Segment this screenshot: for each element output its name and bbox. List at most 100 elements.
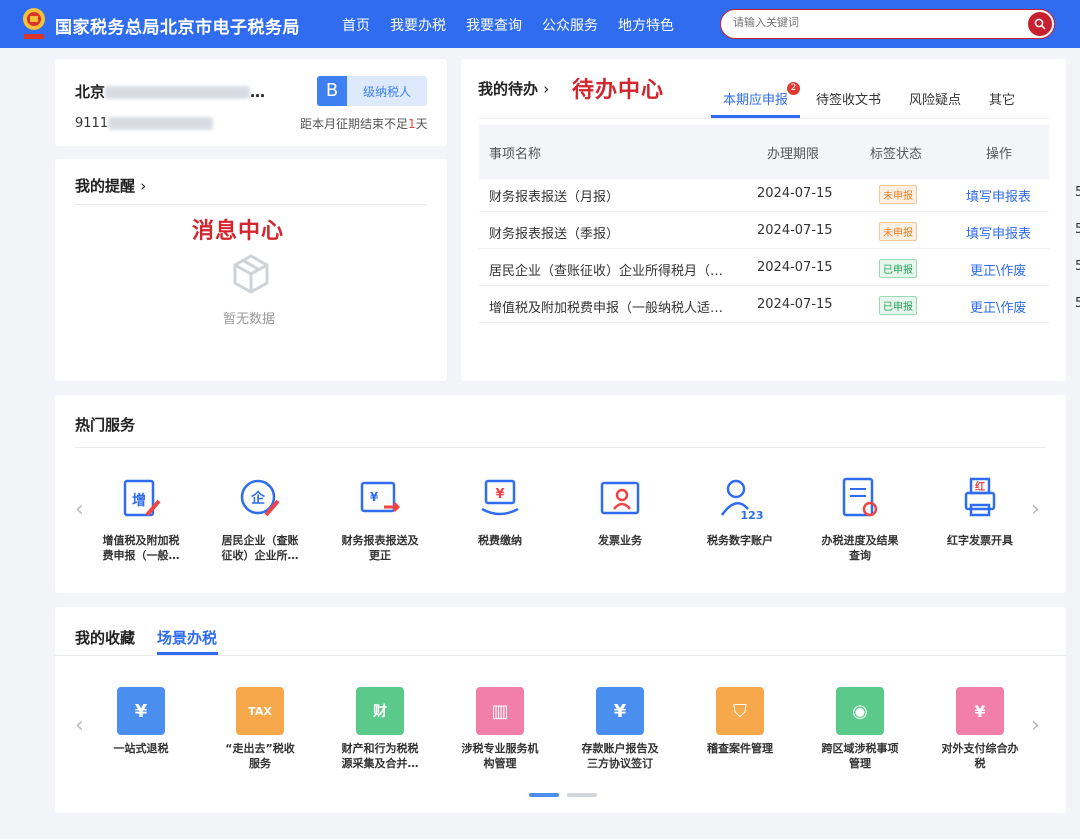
enterprise-tax-icon: 企 [240, 479, 280, 517]
deadline-days: 1 [408, 117, 416, 131]
pager-dot-active[interactable] [529, 793, 559, 797]
tab-current-declaration[interactable]: 本期应申报 2 [710, 82, 801, 118]
svg-text:123: 123 [741, 509, 764, 522]
service-invoice[interactable]: 发票业务 [570, 475, 670, 548]
tab-my-favorites[interactable]: 我的收藏 [75, 627, 135, 648]
taxpayer-name[interactable]: 北京… [75, 81, 265, 102]
correct-void-link[interactable]: 更正\作废 [970, 260, 1026, 279]
refund-icon: ¥ [117, 687, 165, 735]
empty-box-icon [233, 254, 269, 294]
service-digital-account[interactable]: 123 税务数字账户 [690, 475, 790, 548]
svg-text:¥: ¥ [370, 490, 379, 504]
taxpayer-name-prefix: 北京 [75, 83, 106, 101]
fill-declaration-link[interactable]: 填写申报表 [966, 186, 1031, 205]
clipped-column-text: 5 [1075, 222, 1080, 237]
divider [75, 204, 427, 205]
property-tax-icon: 财 [356, 687, 404, 735]
nav-public-service[interactable]: 公众服务 [542, 15, 598, 35]
bank-account-icon: ¥ [596, 687, 644, 735]
col-deadline: 办理期限 [767, 147, 820, 162]
search-icon [1034, 18, 1046, 30]
service-financial-report[interactable]: ¥ 财务报表报送及 更正 [330, 475, 430, 563]
clipped-column-text: 5 [1075, 185, 1080, 200]
red-invoice-icon: 红 [964, 477, 996, 517]
cross-region-icon: ◉ [836, 687, 884, 735]
status-badge: 未申报 [879, 185, 917, 204]
service-red-invoice[interactable]: 红 红字发票开具 [930, 475, 1030, 548]
tab-risk-points[interactable]: 风险疑点 [909, 89, 961, 118]
scene-inspection-cases[interactable]: ⛉ 稽查案件管理 [690, 687, 790, 756]
search-input[interactable] [733, 16, 1013, 29]
taxpayer-id: 9111 [75, 116, 214, 131]
fill-declaration-link[interactable]: 填写申报表 [966, 223, 1031, 242]
taxpayer-level-badge[interactable]: B 级纳税人 [317, 76, 427, 106]
service-progress-query[interactable]: 办税进度及结果 查询 [810, 475, 910, 563]
next-arrow-icon[interactable]: › [1031, 713, 1040, 738]
scene-go-global[interactable]: TAX “走出去”税收 服务 [210, 687, 310, 771]
invoice-icon [600, 481, 640, 515]
scene-one-stop-refund[interactable]: ¥ 一站式退税 [91, 687, 191, 756]
nav-handle-tax[interactable]: 我要办税 [390, 15, 446, 35]
chevron-right-icon: › [543, 80, 550, 98]
status-badge: 未申报 [879, 222, 917, 241]
deadline-notice: 距本月征期结束不足1天 [300, 117, 428, 131]
site-title[interactable]: 国家税务总局北京市电子税务局 [55, 13, 300, 38]
scene-outbound-payment[interactable]: ¥ 对外支付综合办税 [930, 687, 1030, 771]
svg-text:¥: ¥ [495, 487, 504, 502]
favorites-card: 我的收藏 场景办税 ‹ › ¥ 一站式退税 TAX “走出去”税收 服务 财 财产… [55, 607, 1066, 813]
service-tax-payment[interactable]: ¥ 税费缴纳 [450, 475, 550, 548]
level-letter: B [317, 76, 347, 106]
inspection-icon: ⛉ [716, 687, 764, 735]
tabs-divider [479, 118, 1049, 119]
hot-services-card: 热门服务 ‹ › 增 增值税及附加税 费申报（一般… 企 居民企业（查账 征收）企业… [55, 395, 1066, 593]
redacted-name [105, 86, 251, 99]
nav-home[interactable]: 首页 [342, 15, 370, 35]
prev-arrow-icon[interactable]: ‹ [75, 713, 84, 738]
agency-icon: ▥ [476, 687, 524, 735]
col-item-name: 事项名称 [489, 147, 542, 162]
divider [55, 655, 1066, 656]
table-row: 财务报表报送（月报） 2024-07-15 未申报 填写申报表 [479, 175, 1049, 212]
taxpayer-card: 北京… 9111 B 级纳税人 距本月征期结束不足1天 [55, 59, 447, 146]
table-row: 居民企业（查账征收）企业所得税月（… 2024-07-15 已申报 更正\作废 [479, 249, 1049, 286]
digital-account-icon: 123 [720, 479, 764, 522]
reminder-card: 我的提醒 › 消息中心 暂无数据 [55, 159, 447, 381]
go-global-icon: TAX [236, 687, 284, 735]
next-arrow-icon[interactable]: › [1031, 497, 1040, 522]
todo-title[interactable]: 我的待办 › [478, 78, 549, 99]
correct-void-link[interactable]: 更正\作废 [970, 297, 1026, 316]
service-enterprise-income-tax[interactable]: 企 居民企业（查账 征收）企业所… [210, 475, 310, 563]
clipped-column-text: 5 [1075, 296, 1080, 311]
prev-arrow-icon[interactable]: ‹ [75, 497, 84, 522]
scene-property-tax[interactable]: 财 财产和行为税税 源采集及合并… [330, 687, 430, 771]
todo-tabs: 本期应申报 2 待签收文书 风险疑点 其它 [710, 82, 1043, 118]
pager-dot[interactable] [567, 793, 597, 797]
chevron-right-icon: › [140, 177, 147, 195]
taxpayer-id-prefix: 9111 [75, 116, 109, 131]
empty-text: 暂无数据 [223, 312, 276, 327]
hot-services-title: 热门服务 [75, 416, 136, 434]
col-status: 标签状态 [870, 147, 923, 162]
svg-text:红: 红 [975, 480, 985, 493]
progress-query-icon [842, 477, 878, 517]
redacted-id [108, 117, 214, 130]
reminder-title[interactable]: 我的提醒 › [75, 175, 146, 196]
tab-scenario-tax[interactable]: 场景办税 [157, 627, 217, 648]
search-button[interactable] [1028, 12, 1052, 36]
table-row: 增值税及附加税费申报（一般纳税人适… 2024-07-15 已申报 更正\作废 [479, 286, 1049, 323]
nav-query[interactable]: 我要查询 [466, 15, 522, 35]
financial-report-icon: ¥ [360, 481, 401, 513]
top-header: 国家税务总局北京市电子税务局 首页 我要办税 我要查询 公众服务 地方特色 [0, 0, 1080, 48]
scene-bank-account[interactable]: ¥ 存款账户报告及 三方协议签订 [570, 687, 670, 771]
nav-local-features[interactable]: 地方特色 [618, 15, 674, 35]
service-vat-declaration[interactable]: 增 增值税及附加税 费申报（一般… [91, 475, 191, 563]
scene-cross-region[interactable]: ◉ 跨区域涉税事项 管理 [810, 687, 910, 771]
todo-card: 我的待办 › 待办中心 本期应申报 2 待签收文书 风险疑点 其它 事项名称 办… [461, 59, 1066, 381]
table-header: 事项名称 办理期限 标签状态 操作 [479, 125, 1049, 179]
search-box [720, 9, 1055, 39]
vat-declare-icon: 增 [123, 479, 161, 517]
tab-other[interactable]: 其它 [989, 89, 1015, 118]
tab-documents-to-sign[interactable]: 待签收文书 [816, 89, 881, 118]
scene-agency-management[interactable]: ▥ 涉税专业服务机 构管理 [450, 687, 550, 771]
divider [75, 447, 1046, 448]
